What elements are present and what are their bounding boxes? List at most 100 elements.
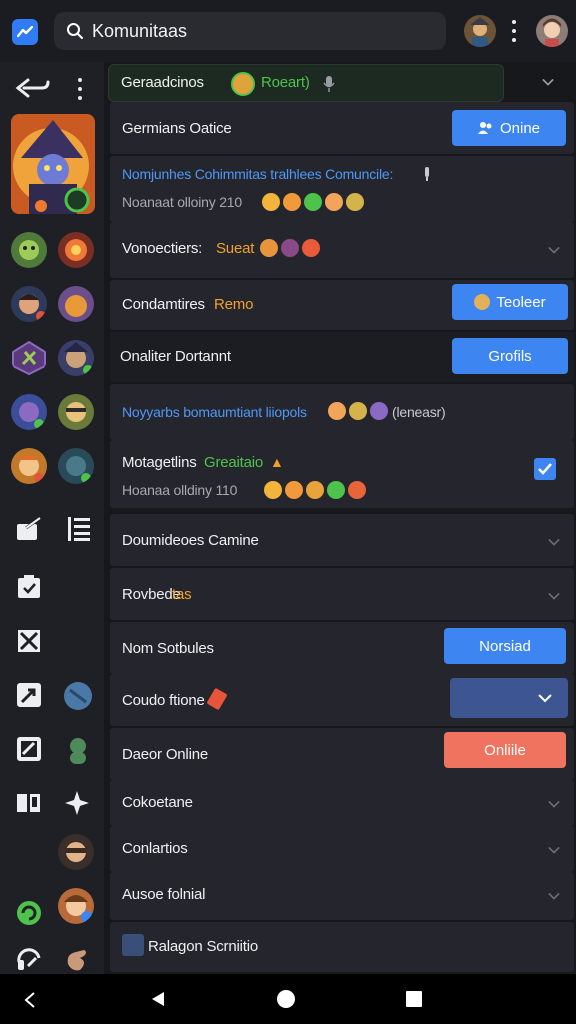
norsiad-button[interactable]: Norsiad [444,628,566,664]
member-avatar[interactable] [11,394,47,430]
channel-title: Geraadcinos [121,74,204,91]
channel-thumbnail [122,934,144,956]
row-accent: Greaitaio [204,454,264,471]
hand-icon[interactable] [62,944,94,976]
list-icon[interactable] [64,514,96,546]
row-label: Ausoe folnial [122,886,206,903]
row-label: Ralagon Scrniitio [148,938,258,955]
row-label: Motagetlins [122,454,197,471]
list-item[interactable]: Germians Oatice Onine [110,102,574,154]
community-title: Noyyarbs bomaumtiant liiopols [122,404,307,420]
edit-icon[interactable] [14,514,46,546]
brush-icon [206,687,228,711]
list-item[interactable]: Vonoectiers: Sueat [110,222,574,278]
community-info[interactable]: Noyyarbs bomaumtiant liiopols (leneasr) [110,384,574,440]
member-avatar[interactable] [58,286,94,322]
list-item[interactable]: Ralagon Scrniitio [110,922,574,972]
row-accent: Sueat [216,240,255,257]
voice-channel-header[interactable]: Geraadcinos Roeart) [108,64,504,102]
list-item[interactable]: Ausoe folnial [110,872,574,920]
chevron-down-icon[interactable] [548,844,560,856]
online-button[interactable]: Onliile [444,732,566,768]
back-triangle-icon[interactable] [148,989,168,1009]
member-avatar[interactable] [58,394,94,430]
list-item[interactable]: Onaliter Dortannt Grofils [110,332,574,382]
row-label: Coudo ftione [122,692,205,709]
search-bar[interactable]: Komunitaas [54,12,446,50]
row-subtitle: Hoanaa olldiny 110 [122,482,238,498]
more-options-icon[interactable] [506,20,522,42]
member-avatar[interactable] [58,834,94,870]
checkbox[interactable] [534,458,556,480]
chevron-down-icon[interactable] [548,536,560,548]
list-item[interactable]: Conlartios [110,826,574,872]
sparkle-icon[interactable] [62,788,94,820]
reaction-emojis [262,193,364,211]
refresh-icon[interactable] [14,898,46,930]
book-icon[interactable] [14,788,46,820]
share-icon[interactable] [14,680,46,712]
list-item[interactable]: Condamtires Remo Teoleer [110,280,574,330]
checkmark-icon [538,463,552,475]
list-item[interactable]: Coudo ftione [110,674,574,726]
sidebar [0,62,104,974]
member-avatar[interactable] [11,448,47,484]
messenger-icon[interactable] [12,19,38,45]
back-arrow-icon[interactable] [14,74,50,106]
search-input[interactable]: Komunitaas [92,21,187,42]
row-label: Doumideoes Camine [122,532,259,549]
row-label: Onaliter Dortannt [120,348,231,365]
chevron-down-icon[interactable] [548,798,560,810]
profiles-button[interactable]: Grofils [452,338,568,374]
online-button[interactable]: Onine [452,110,566,146]
member-avatar[interactable] [60,678,96,714]
hand-emoji: ▲ [270,454,284,470]
headset-icon[interactable] [14,944,46,976]
community-info[interactable]: Nomjunhes Cohimmitas tralhlees Comuncile… [110,156,574,222]
row-label: Conlartios [122,840,188,857]
list-item[interactable]: Nom Sotbules Norsiad [110,622,574,674]
user-avatar-warrior[interactable] [464,15,496,47]
game-banner-image[interactable] [11,114,95,214]
chevron-down-icon[interactable] [542,76,554,88]
profile-avatar[interactable] [536,15,568,47]
mail-icon[interactable] [14,626,46,658]
list-item[interactable]: Cokoetane [110,780,574,826]
chevron-left-icon[interactable] [20,990,40,1010]
chevron-down-icon[interactable] [548,590,560,602]
chevron-down-icon[interactable] [548,244,560,256]
reaction-emojis [328,402,388,420]
reaction-emojis [260,239,320,257]
group-icon [477,122,492,134]
list-item[interactable]: Daeor Online Onliile [110,728,574,780]
row-label: Daeor Online [122,746,208,763]
member-avatar[interactable] [11,340,47,376]
system-nav-bar [0,974,576,1024]
member-avatar[interactable] [58,232,94,268]
row-label: Nom Sotbules [122,640,214,657]
member-avatar[interactable] [60,732,96,768]
speaker-status: Roeart) [261,74,310,91]
teleport-button[interactable]: Teoleer [452,284,568,320]
mic-icon[interactable] [323,75,335,93]
member-avatar[interactable] [11,286,47,322]
list-item[interactable]: Rovbede tas [110,568,574,620]
speaker-avatar [231,72,255,96]
member-avatar[interactable] [58,340,94,376]
clipboard-check-icon[interactable] [14,572,46,604]
home-circle-icon[interactable] [276,989,296,1009]
chevron-down-icon[interactable] [548,890,560,902]
reaction-emojis [264,481,366,499]
member-avatar[interactable] [58,448,94,484]
image-edit-icon[interactable] [14,734,46,766]
row-label: Germians Oatice [122,120,232,137]
member-avatar[interactable] [58,888,94,924]
list-item[interactable]: Motagetlins Greaitaio ▲ Hoanaa olldiny 1… [110,440,574,508]
member-avatar[interactable] [11,232,47,268]
list-item[interactable]: Doumideoes Camine [110,514,574,566]
sidebar-more-icon[interactable] [72,78,88,100]
recents-square-icon[interactable] [405,990,423,1008]
row-accent: Remo [214,296,254,313]
badge-icon [474,294,491,310]
dropdown-select[interactable] [450,678,568,718]
